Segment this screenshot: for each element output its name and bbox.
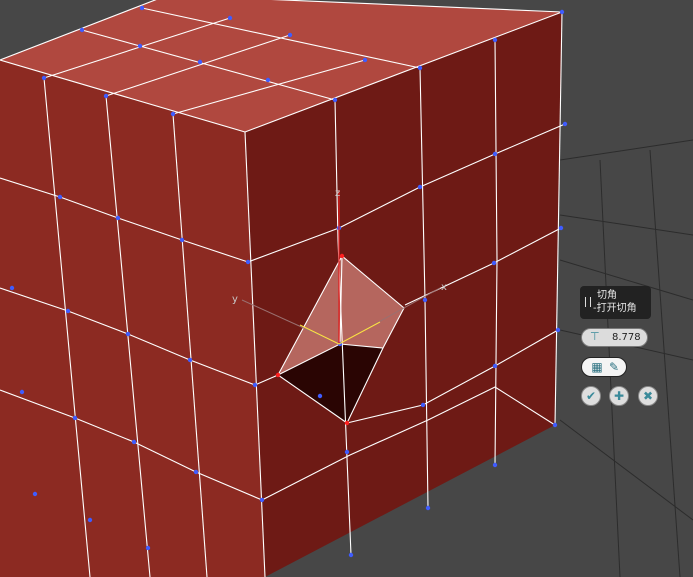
chamfered-box-mesh[interactable] [0, 0, 568, 577]
drag-handle-icon[interactable] [585, 297, 591, 307]
segments-open-toggle[interactable]: ▦ ✎ [581, 357, 627, 377]
cancel-button[interactable]: ✖ [638, 386, 658, 406]
gizmo-x-label: x [441, 282, 447, 293]
gizmo-z-label: z [335, 188, 340, 199]
caddy-subtitle: -打开切角 [593, 303, 637, 314]
x-icon: ✖ [642, 389, 654, 403]
chamfer-amount-value[interactable]: 8.778 [612, 332, 641, 343]
mesh-left-face [0, 60, 265, 577]
checkmark-icon: ✔ [585, 389, 597, 403]
caddy-title: 切角 [597, 290, 617, 301]
chamfer-amount-icon: ⊤ [590, 330, 600, 343]
open-chamfer-icon[interactable]: ✎ [607, 360, 621, 374]
chamfer-amount-spinner[interactable]: ⊤ 8.778 [581, 328, 648, 347]
chamfer-caddy: 切角 -打开切角 ⊤ 8.778 ▦ ✎ ✔ ✚ ✖ [580, 286, 670, 406]
gizmo-y-label: y [232, 294, 238, 305]
apply-button[interactable]: ✚ [609, 386, 629, 406]
ok-button[interactable]: ✔ [581, 386, 601, 406]
grid-segments-icon[interactable]: ▦ [590, 360, 604, 374]
plus-icon: ✚ [613, 389, 625, 403]
caddy-title-bar[interactable]: 切角 -打开切角 [580, 286, 651, 319]
